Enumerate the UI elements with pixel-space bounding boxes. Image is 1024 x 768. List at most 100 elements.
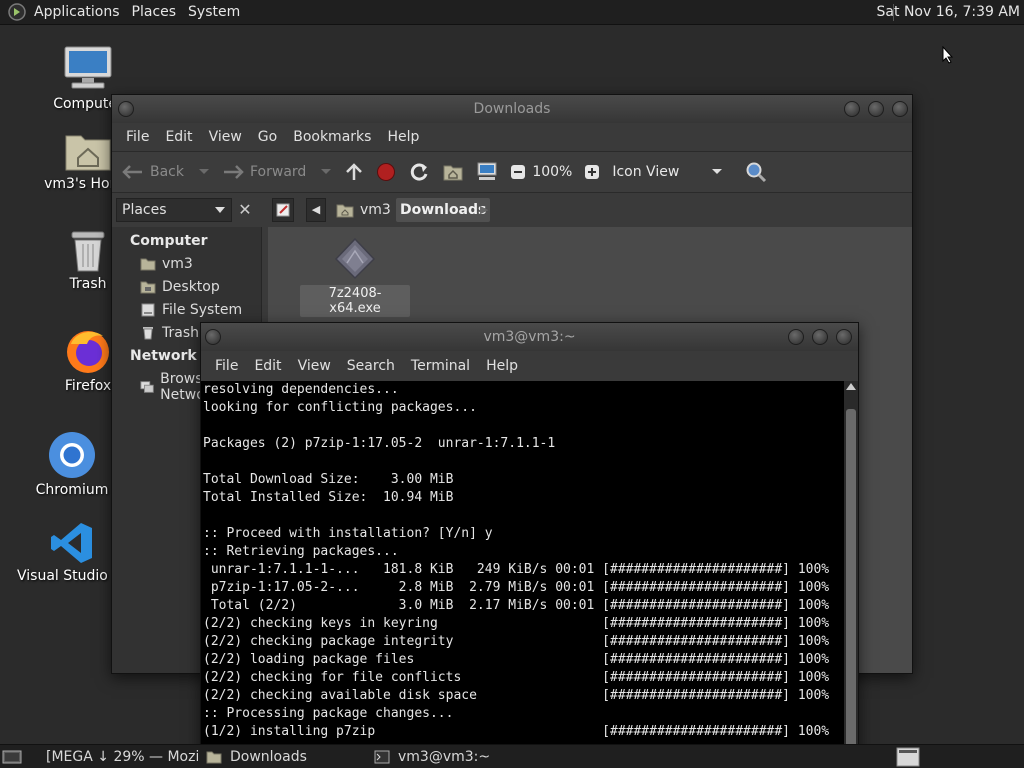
bottom-panel: [MEGA ↓ 29% — Mozilla Firefox] Downloads… <box>0 744 1024 768</box>
breadcrumb-downloads[interactable]: Downloads <box>396 198 491 222</box>
menu-view[interactable]: View <box>290 358 339 374</box>
menu-file[interactable]: File <box>118 129 157 145</box>
menu-edit[interactable]: Edit <box>157 129 200 145</box>
sidebar-item-trash[interactable]: Trash <box>140 325 199 341</box>
mouse-cursor-icon <box>942 46 954 64</box>
places-menu[interactable]: Places <box>126 4 183 20</box>
search-icon <box>746 162 767 183</box>
taskbar-item-downloads[interactable]: Downloads <box>206 747 366 767</box>
file-manager-toolbar: Back Forward 100% Icon View <box>112 151 912 193</box>
sidebar-item-desktop[interactable]: Desktop <box>140 279 220 295</box>
menu-view[interactable]: View <box>201 129 250 145</box>
mate-logo-icon[interactable] <box>8 3 26 21</box>
executable-file-icon <box>334 237 376 280</box>
desktop-icon-label: Trash <box>69 276 107 292</box>
minimize-button[interactable] <box>788 329 804 345</box>
trash-icon <box>71 231 105 272</box>
menu-help[interactable]: Help <box>478 358 526 374</box>
location-bar: Places ✕ ◀ vm3 Downloads ▶ <box>112 193 912 227</box>
home-button[interactable] <box>442 162 464 182</box>
computer-button[interactable] <box>476 162 498 182</box>
stop-button[interactable] <box>376 162 396 182</box>
breadcrumb-scroll-left-button[interactable]: ◀ <box>306 198 326 222</box>
network-icon <box>140 381 154 393</box>
menu-help[interactable]: Help <box>379 129 427 145</box>
home-folder-icon <box>65 135 111 171</box>
show-desktop-button[interactable] <box>2 747 26 767</box>
breadcrumb-vm3[interactable]: vm3 <box>330 198 397 222</box>
window-title: vm3@vm3:~ <box>483 329 576 345</box>
menu-edit[interactable]: Edit <box>246 358 289 374</box>
maximize-button[interactable] <box>868 101 884 117</box>
chevron-down-icon[interactable] <box>320 168 332 176</box>
firefox-icon <box>67 331 109 373</box>
close-button[interactable] <box>836 329 852 345</box>
zoom-in-icon <box>585 165 600 179</box>
file-manager-menubar: File Edit View Go Bookmarks Help <box>112 123 912 151</box>
clock[interactable]: Sat Nov 16, 7:39 AM <box>877 0 1020 25</box>
sidebar-type-select[interactable]: Places <box>116 198 232 222</box>
zoom-in-button[interactable]: Icon View <box>584 164 723 180</box>
sidebar-item-file-system[interactable]: File System <box>140 302 242 318</box>
chevron-down-icon[interactable] <box>711 168 723 176</box>
menu-terminal[interactable]: Terminal <box>403 358 478 374</box>
forward-button[interactable]: Forward <box>222 164 332 180</box>
vscode-icon <box>51 523 92 563</box>
workspace-icon <box>896 747 920 767</box>
window-title: Downloads <box>473 101 551 117</box>
back-button[interactable]: Back <box>122 164 210 180</box>
home-folder-icon <box>140 258 156 271</box>
view-mode-select[interactable]: Icon View <box>612 164 679 180</box>
zoom-out-icon <box>511 165 526 179</box>
minimize-button[interactable] <box>844 101 860 117</box>
reload-button[interactable] <box>408 161 430 183</box>
toggle-location-entry-button[interactable] <box>272 198 294 222</box>
maximize-button[interactable] <box>812 329 828 345</box>
desktop-icon-label: Chromium <box>35 482 109 498</box>
close-button[interactable] <box>892 101 908 117</box>
sidebar-item-vm3[interactable]: vm3 <box>140 256 193 272</box>
menu-search[interactable]: Search <box>339 358 403 374</box>
scroll-up-arrow-icon[interactable] <box>846 383 856 390</box>
desktop-icon-label: Firefox <box>64 378 112 394</box>
menu-file[interactable]: File <box>207 358 246 374</box>
file-manager-titlebar[interactable]: Downloads <box>112 95 912 123</box>
file-item[interactable]: 7z2408-x64.exe <box>300 237 410 317</box>
zoom-out-button[interactable]: 100% <box>510 164 572 180</box>
up-button[interactable] <box>344 162 364 182</box>
window-menu-button[interactable] <box>205 329 221 345</box>
menu-bookmarks[interactable]: Bookmarks <box>285 129 379 145</box>
trash-icon <box>143 327 153 340</box>
zoom-level: 100% <box>532 164 573 180</box>
workspace-switcher[interactable] <box>896 747 922 767</box>
back-arrow-icon <box>122 165 142 179</box>
window-menu-button[interactable] <box>118 101 134 117</box>
terminal-output[interactable]: resolving dependencies... looking for co… <box>201 381 844 768</box>
chevron-down-icon <box>215 207 225 213</box>
home-icon <box>336 204 354 218</box>
show-desktop-icon <box>2 750 22 764</box>
computer-icon <box>64 46 112 89</box>
top-panel: Applications Places System Sat Nov 16, 7… <box>0 0 1024 25</box>
scrollbar-thumb[interactable] <box>846 409 856 768</box>
close-sidebar-button[interactable]: ✕ <box>234 198 256 222</box>
breadcrumb-scroll-right-button[interactable]: ▶ <box>480 198 488 222</box>
terminal-titlebar[interactable]: vm3@vm3:~ <box>201 323 858 351</box>
menu-go[interactable]: Go <box>250 129 285 145</box>
folder-icon <box>206 751 222 764</box>
applications-menu[interactable]: Applications <box>28 4 126 20</box>
edit-icon <box>276 203 290 217</box>
terminal-menubar: File Edit View Search Terminal Help <box>201 351 858 381</box>
terminal-window: vm3@vm3:~ File Edit View Search Terminal… <box>200 322 859 768</box>
terminal-scrollbar[interactable] <box>844 381 858 768</box>
top-panel-menu: Applications Places System <box>0 0 246 25</box>
up-arrow-icon <box>346 163 363 180</box>
system-menu[interactable]: System <box>182 4 246 20</box>
taskbar-item-terminal[interactable]: vm3@vm3:~ <box>374 747 534 767</box>
forward-arrow-icon <box>224 165 244 179</box>
search-button[interactable] <box>745 161 767 183</box>
computer-icon <box>477 162 497 180</box>
taskbar-item-firefox[interactable]: [MEGA ↓ 29% — Mozilla Firefox] <box>38 747 198 767</box>
chromium-icon <box>49 432 95 478</box>
chevron-down-icon[interactable] <box>198 168 210 176</box>
